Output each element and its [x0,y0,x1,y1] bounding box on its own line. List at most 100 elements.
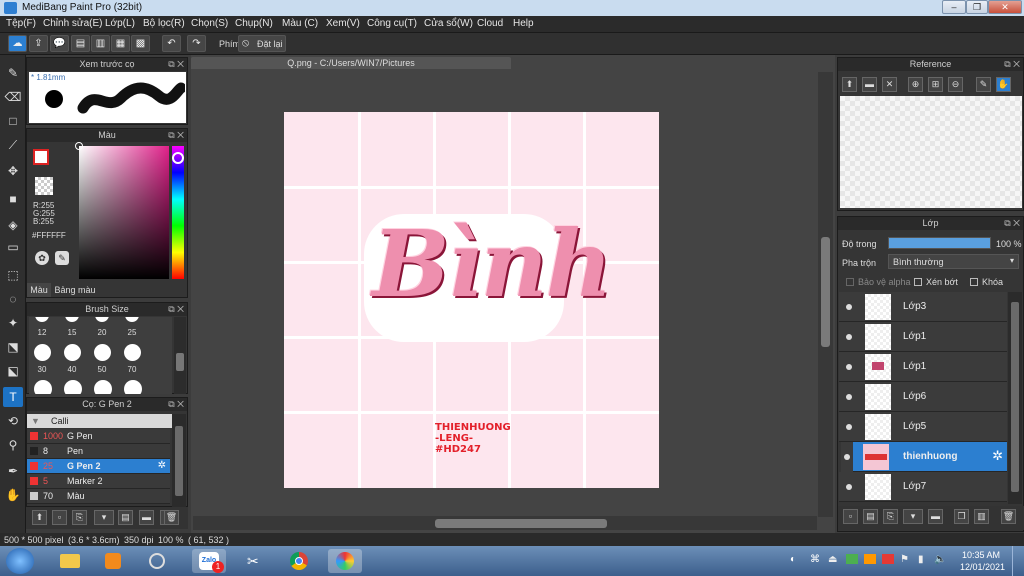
layer-row[interactable]: Lớp6 [839,382,1007,412]
chrome-icon[interactable] [282,549,316,573]
brush-dropdown-icon[interactable]: ▾ [94,510,114,525]
hue-slider[interactable] [172,146,184,279]
brush-size-25[interactable]: 25 [122,328,142,337]
hand-ref-icon[interactable]: ✋ [996,77,1011,92]
start-button[interactable] [6,548,34,574]
new-halftone-layer-icon[interactable]: ▤ [863,509,878,524]
menu-filter[interactable]: Bộ lọc(R) [143,18,185,29]
layer-options-icon[interactable]: ▾ [903,509,923,524]
brush-item[interactable]: 5 Marker 2 [27,474,170,489]
palette-icon[interactable]: ✿ [35,251,49,265]
media-player-icon[interactable] [96,549,130,573]
upload-icon[interactable]: ⬆ [842,77,857,92]
rect-tool-icon[interactable]: □ [3,111,23,131]
blend-mode-select[interactable]: Bình thường ▾ [888,254,1019,269]
hue-slider-handle[interactable] [172,152,184,164]
brush-new-icon[interactable]: ▫ [52,510,67,525]
undo-icon[interactable]: ↶ [162,35,181,52]
text-tool-icon[interactable]: T [3,387,23,407]
eraser-tool-icon[interactable]: ⌫ [3,87,23,107]
operation-tool-icon[interactable]: ⟲ [3,411,23,431]
menu-cloud[interactable]: Cloud [477,18,503,29]
bucket-tool-icon[interactable]: ◈ [3,215,23,235]
brush-size-grid[interactable]: 12 15 20 25 30 40 50 70 [29,317,172,394]
clipping-checkbox[interactable] [914,278,922,286]
menu-select[interactable]: Chọn(S) [191,18,228,29]
layer-row[interactable]: Lớp1 [839,322,1007,352]
brush-size-50[interactable]: 50 [92,365,112,374]
brush-tool-icon[interactable]: ✎ [3,63,23,83]
menu-tools[interactable]: Công cụ(T) [367,18,417,29]
select-pen-icon[interactable]: ⬔ [3,337,23,357]
magic-wand-icon[interactable]: ✦ [3,313,23,333]
comment-icon[interactable]: 💬 [50,35,69,52]
copy-layer-icon[interactable]: ⎘ [883,509,898,524]
zoom-in-icon[interactable]: ⊕ [908,77,923,92]
tray-usb-icon[interactable]: ⏏ [828,554,837,565]
saturation-value-square[interactable] [75,142,169,279]
clock-date[interactable]: 12/01/2021 [960,562,1005,572]
tiles-icon[interactable]: ▩ [131,35,150,52]
canvas-vertical-scrollbar[interactable] [818,72,833,517]
opacity-slider[interactable] [888,237,991,249]
transparent-swatch[interactable] [35,177,53,195]
brush-delete-icon[interactable]: 🗑 [164,510,179,525]
layer-row[interactable]: Lớp3 [839,292,1007,322]
explorer-icon[interactable] [52,549,86,573]
eye-icon[interactable] [846,334,852,340]
brush-item-selected[interactable]: 25 G Pen 2 ✲ [27,459,170,474]
menu-file[interactable]: Tệp(F) [6,18,36,29]
eyedropper-icon[interactable]: ⚲ [3,435,23,455]
reset-button[interactable]: ⦸ Đặt lại [238,35,286,52]
merge-layer-icon[interactable]: ❐ [954,509,969,524]
maximize-button[interactable]: ❐ [966,0,988,14]
brush-item[interactable]: 8 Pen [27,444,170,459]
show-desktop-button[interactable] [1012,546,1024,576]
menu-view[interactable]: Xem(V) [326,18,360,29]
eye-icon[interactable] [846,394,852,400]
lock-checkbox[interactable] [970,278,978,286]
brush-add-icon[interactable]: ⬆ [32,510,47,525]
foreground-color-swatch[interactable] [33,149,49,165]
zalo-icon[interactable]: Zalo 1 [192,549,226,573]
eye-icon[interactable] [846,424,852,430]
menu-help[interactable]: Help [513,18,534,29]
brush-size-12[interactable]: 12 [32,328,52,337]
layer-row-selected[interactable]: thienhuong ✲ [853,442,1007,472]
fit-icon[interactable]: ⊞ [928,77,943,92]
tray-app-icon[interactable]: ◐ [790,554,796,565]
brush-item[interactable]: 70 Màu [27,489,170,504]
hand-tool-icon[interactable]: ✋ [3,485,23,505]
reference-view[interactable] [840,96,1022,208]
flag-icon[interactable]: ⚑ [900,554,909,565]
tab-color[interactable]: Màu [27,283,51,297]
delete-layer-icon[interactable]: 🗑 [1001,509,1016,524]
brush-size-15[interactable]: 15 [62,328,82,337]
canvas-horizontal-scrollbar[interactable] [193,516,817,530]
gradient-tool-icon[interactable]: ▭ [3,237,23,257]
canvas-paper[interactable]: Bình THIENHUONG -LENG- #HD247 [284,112,659,488]
select-eraser-icon[interactable]: ⬕ [3,361,23,381]
medibang-icon[interactable] [328,549,362,573]
menu-snap[interactable]: Chụp(N) [235,18,273,29]
menu-color[interactable]: Màu (C) [282,18,318,29]
close-button[interactable]: ✕ [988,0,1022,14]
brush-size-70[interactable]: 70 [122,365,142,374]
sv-picker-handle[interactable] [75,142,83,150]
fill-rect-icon[interactable]: ■ [3,189,23,209]
menu-window[interactable]: Cửa sổ(W) [424,18,473,29]
clock-time[interactable]: 10:35 AM [962,550,1000,560]
layer-list-scrollbar[interactable] [1008,292,1022,504]
grid-icon[interactable]: ▦ [111,35,130,52]
pen-icon[interactable]: ✒ [3,461,23,481]
brush-item[interactable]: 1000 G Pen [27,429,170,444]
page-icon[interactable]: ▤ [71,35,90,52]
volume-icon[interactable]: 🔈 [934,554,946,565]
document-icon[interactable]: ▥ [91,35,110,52]
close-ref-icon[interactable]: ✕ [882,77,897,92]
new-layer-icon[interactable]: ▫ [843,509,858,524]
network-icon[interactable] [140,549,174,573]
cloud-icon[interactable]: ☁ [8,35,27,52]
folder-icon[interactable]: ▬ [139,510,154,525]
brush-list-scrollbar[interactable] [172,414,186,507]
